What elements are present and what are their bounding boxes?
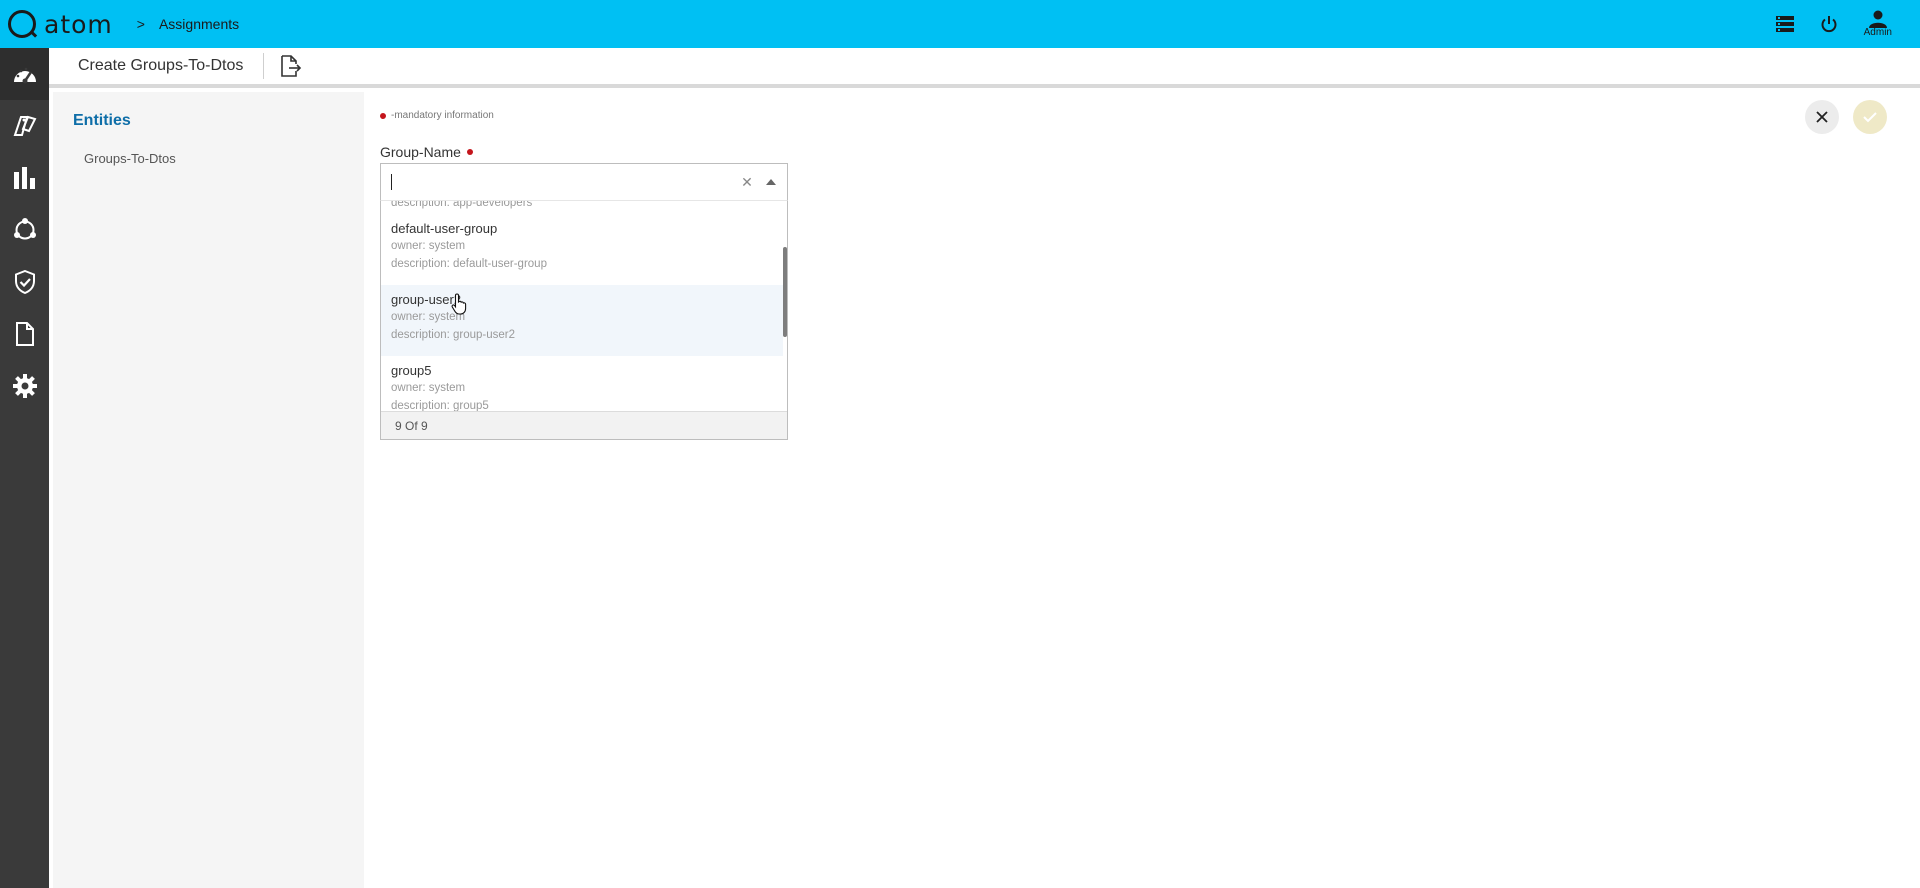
option-owner: owner: system — [391, 240, 466, 252]
dropdown-count: 9 Of 9 — [381, 411, 787, 439]
option-owner: owner: system — [391, 382, 466, 394]
option-name: group-user2 — [391, 292, 462, 307]
dropdown-option[interactable]: default-user-group owner: system descrip… — [381, 214, 785, 285]
clear-icon[interactable]: ✕ — [737, 172, 757, 192]
entity-item-groups-to-dtos[interactable]: Groups-To-Dtos — [84, 151, 176, 166]
save-button[interactable] — [1853, 100, 1887, 134]
sidebar-item-dashboard[interactable] — [0, 48, 49, 100]
option-description: description: app-developers — [391, 200, 533, 209]
gear-icon — [12, 374, 37, 398]
mandatory-note: -mandatory information — [380, 110, 494, 121]
user-label: Admin — [1863, 27, 1892, 38]
cancel-button[interactable] — [1805, 100, 1839, 134]
shield-check-icon — [14, 270, 35, 294]
group-name-label-text: Group-Name — [380, 144, 461, 160]
breadcrumb[interactable]: Assignments — [159, 16, 239, 32]
app-logo[interactable]: atom — [8, 0, 113, 48]
page-title: Create Groups-To-Dtos — [78, 57, 244, 74]
top-bar: atom > Assignments Admin — [0, 0, 1920, 48]
chevron-up-icon[interactable] — [761, 172, 781, 192]
sidebar-item-network[interactable] — [0, 204, 49, 256]
group-name-input[interactable] — [392, 164, 737, 200]
logo-text: atom — [44, 9, 113, 39]
required-dot-icon — [466, 149, 473, 155]
dashboard-icon — [13, 67, 36, 84]
scrollbar-thumb[interactable] — [783, 247, 787, 337]
power-icon[interactable] — [1816, 11, 1842, 37]
logo-mark-icon — [8, 10, 36, 38]
option-name: group5 — [391, 363, 432, 378]
option-name: default-user-group — [391, 221, 498, 236]
file-export-icon — [281, 55, 302, 77]
header-divider — [263, 53, 265, 79]
entities-panel: Entities Groups-To-Dtos — [53, 92, 364, 888]
user-icon — [1868, 10, 1887, 28]
left-sidebar — [0, 48, 49, 888]
dropdown-options: description: app-developers default-user… — [381, 200, 785, 427]
option-description: description: group-user2 — [391, 329, 516, 341]
export-button[interactable] — [278, 53, 304, 79]
breadcrumb-separator: > — [136, 16, 145, 32]
close-icon — [1816, 111, 1828, 123]
check-icon — [1863, 112, 1877, 123]
sidebar-item-settings[interactable] — [0, 360, 49, 412]
list-icon[interactable] — [1772, 11, 1798, 37]
sidebar-item-tags[interactable] — [0, 100, 49, 152]
option-description: description: default-user-group — [391, 258, 547, 270]
mandatory-note-text: -mandatory information — [391, 110, 494, 121]
group-name-select[interactable]: ✕ — [380, 163, 788, 200]
sidebar-item-security[interactable] — [0, 256, 49, 308]
sidebar-item-documents[interactable] — [0, 308, 49, 360]
network-icon — [13, 218, 36, 240]
document-icon — [15, 322, 34, 346]
dropdown-scrollbar[interactable] — [783, 201, 787, 439]
create-form: -mandatory information Group-Name ✕ desc… — [364, 92, 1920, 888]
required-dot-icon — [380, 112, 386, 119]
group-name-label: Group-Name — [380, 144, 473, 160]
hand-pointer-icon — [451, 293, 467, 315]
page-header: Create Groups-To-Dtos — [49, 48, 1920, 88]
user-menu[interactable]: Admin — [1864, 10, 1892, 38]
bar-chart-icon — [13, 167, 35, 189]
tags-icon — [13, 115, 36, 136]
entities-title: Entities — [73, 112, 131, 129]
group-name-dropdown: description: app-developers default-user… — [380, 200, 788, 440]
sidebar-item-reports[interactable] — [0, 152, 49, 204]
option-owner: owner: system — [391, 311, 466, 323]
dropdown-option[interactable]: description: app-developers — [381, 200, 785, 214]
dropdown-option[interactable]: group-user2 owner: system description: g… — [381, 285, 785, 356]
